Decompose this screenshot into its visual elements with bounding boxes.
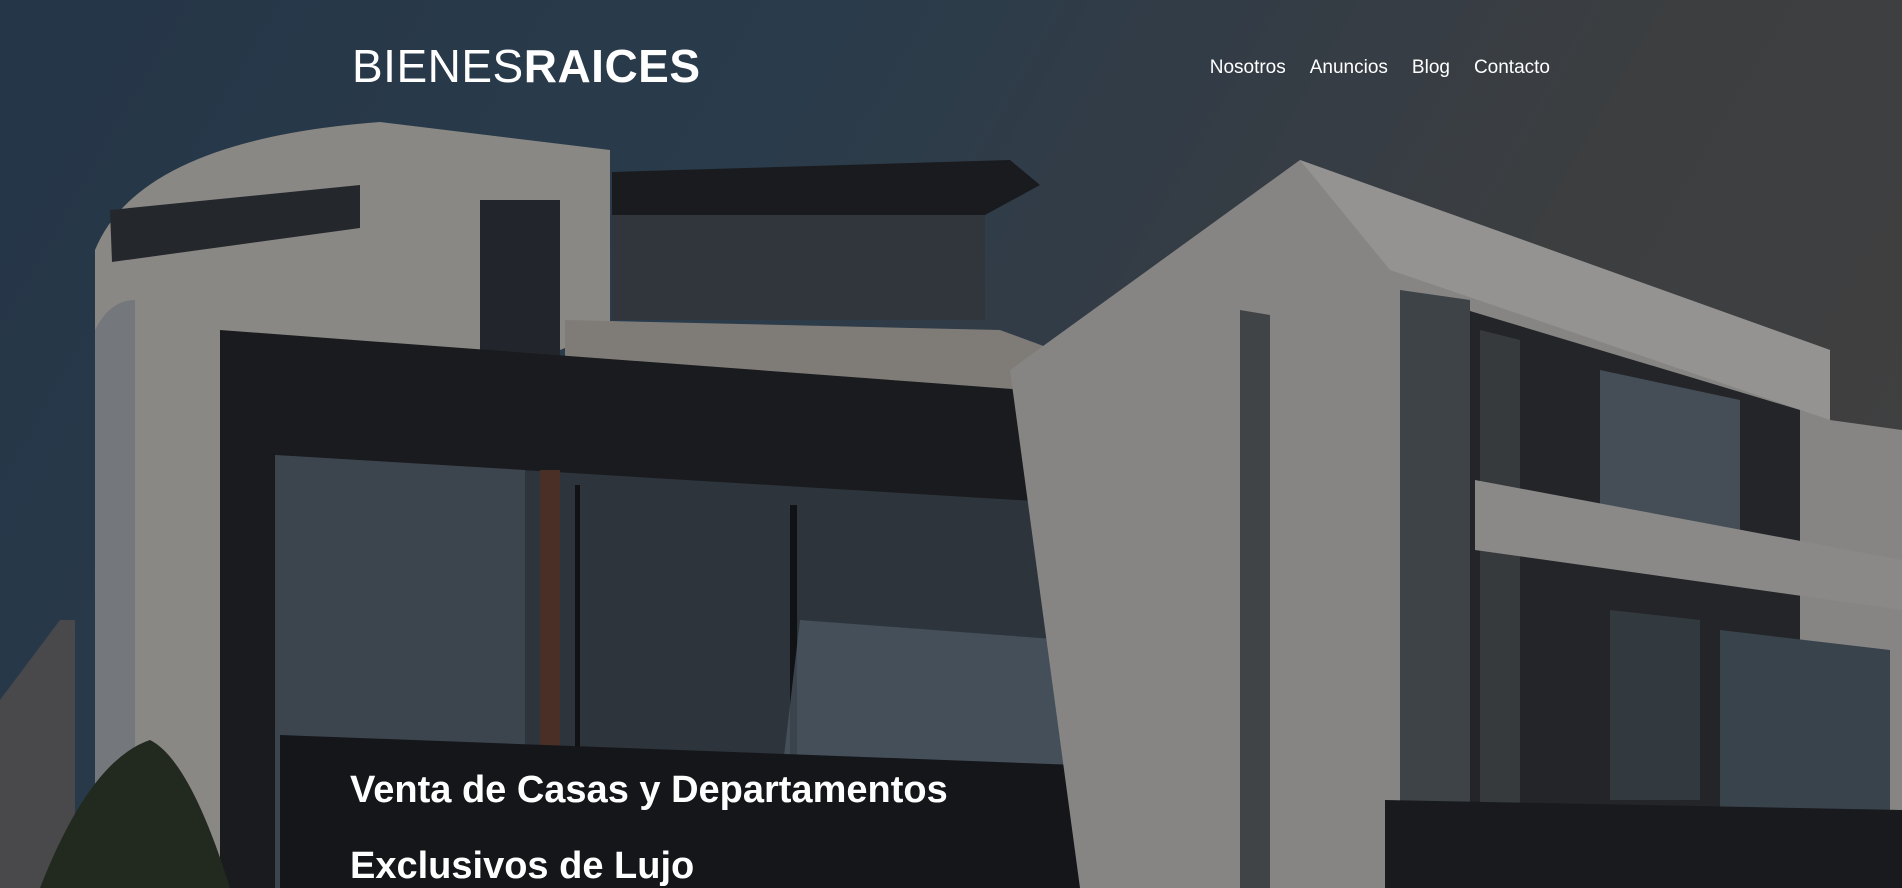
site-header: BIENESRAICES Nosotros Anuncios Blog Cont… xyxy=(0,0,1902,140)
nav-link-blog[interactable]: Blog xyxy=(1412,56,1450,80)
nav-link-anuncios[interactable]: Anuncios xyxy=(1310,56,1388,80)
hero-title-line-2: Exclusivos de Lujo xyxy=(350,845,695,887)
hero-title-line-1: Venta de Casas y Departamentos xyxy=(350,769,948,811)
nav-link-nosotros[interactable]: Nosotros xyxy=(1210,56,1286,80)
main-navigation: Nosotros Anuncios Blog Contacto xyxy=(1210,56,1550,80)
nav-link-contacto[interactable]: Contacto xyxy=(1474,56,1550,80)
site-logo[interactable]: BIENESRAICES xyxy=(352,40,701,92)
logo-light-text: BIENES xyxy=(352,40,524,92)
hero-title: Venta de Casas y Departamentos Exclusivo… xyxy=(350,752,1150,888)
logo-bold-text: RAICES xyxy=(523,40,701,92)
hero-section: BIENESRAICES Nosotros Anuncios Blog Cont… xyxy=(0,0,1902,888)
